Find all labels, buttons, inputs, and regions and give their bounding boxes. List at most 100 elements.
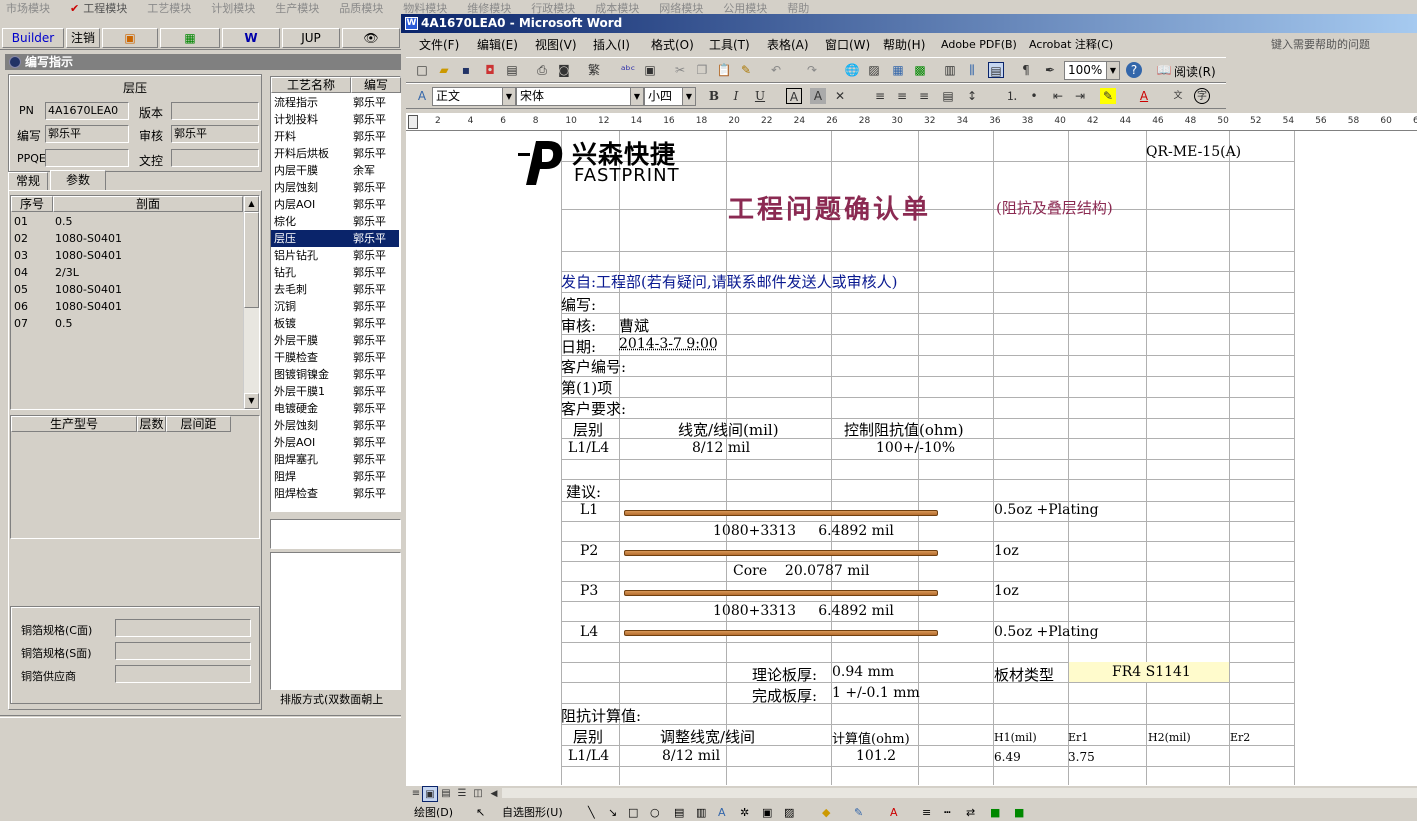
process-row[interactable]: 钻孔 郭乐平 [271,264,399,281]
excel-icon[interactable]: ▦ [160,28,220,48]
param-row[interactable]: 07 0.5 [11,315,243,332]
underline-icon[interactable]: U [752,88,768,104]
menu-tools[interactable]: 工具(T) [709,34,750,56]
show-hide-icon[interactable]: ¶ [1018,62,1034,78]
increase-indent-icon[interactable]: ⇥ [1072,88,1088,104]
copper-supplier-field[interactable] [115,665,251,683]
process-row[interactable]: 沉铜 郭乐平 [271,298,399,315]
line-style-icon[interactable]: ≡ [922,805,931,821]
process-row[interactable]: 外层干膜1 郭乐平 [271,383,399,400]
draw-font-color-icon[interactable]: A [890,805,898,821]
menu-format[interactable]: 格式(O) [651,34,694,56]
process-row[interactable]: 电镀硬金 郭乐平 [271,400,399,417]
param-row[interactable]: 01 0.5 [11,213,243,230]
menu-adobe-pdf[interactable]: Adobe PDF(B) [941,34,1017,56]
process-row[interactable]: 内层干膜 余军 [271,162,399,179]
param-row[interactable]: 06 1080-S0401 [11,298,243,315]
tab-general[interactable]: 常规 [8,172,48,190]
reading-view-icon[interactable]: ◫ [470,786,486,802]
process-row[interactable]: 铝片钻孔 郭乐平 [271,247,399,264]
process-row[interactable]: 去毛刺 郭乐平 [271,281,399,298]
decrease-indent-icon[interactable]: ⇤ [1050,88,1066,104]
process-detail-box[interactable] [270,552,401,690]
align-right-icon[interactable]: ≡ [916,88,932,104]
enclose-char-icon[interactable]: 字 [1194,88,1210,104]
insert-table-icon[interactable]: ▦ [890,62,906,78]
outline-view-icon[interactable]: ☰ [454,786,470,802]
paste-icon[interactable]: 📋 [716,62,732,78]
wordart-icon[interactable]: A [718,805,726,821]
drawing-icon[interactable]: ⫼ [964,62,980,78]
menu-help[interactable]: 帮助 [787,2,809,14]
styles-icon[interactable]: A [414,88,430,104]
menu-common[interactable]: 公用模块 [723,2,767,14]
process-row[interactable]: 阻焊 郭乐平 [271,468,399,485]
highlight-icon[interactable]: ✎ [1100,88,1116,104]
param-row[interactable]: 04 2/3L [11,264,243,281]
read-button[interactable]: 阅读(R) [1174,63,1216,80]
menu-material[interactable]: 物料模块 [403,2,447,14]
format-painter-icon[interactable]: ✎ [738,62,754,78]
copy-icon[interactable]: ❐ [694,62,710,78]
jup-button[interactable]: JUP [282,28,340,48]
menu-edit[interactable]: 编辑(E) [477,34,518,56]
rectangle-icon[interactable]: □ [628,805,638,821]
font-color-icon[interactable]: A [1136,88,1152,104]
process-note-box[interactable] [270,519,401,549]
font-combo[interactable]: 宋体 ▼ [516,87,644,106]
print-preview-icon[interactable]: ◙ [556,62,572,78]
process-row[interactable]: 外层干膜 郭乐平 [271,332,399,349]
menu-quality[interactable]: 品质模块 [339,2,383,14]
redo-icon[interactable]: ↷ [804,62,820,78]
menu-table[interactable]: 表格(A) [767,34,809,56]
scroll-down-icon[interactable]: ▼ [244,393,259,409]
line-spacing-icon[interactable]: ↕ [964,88,980,104]
bold-icon[interactable]: B [706,88,722,104]
param-row[interactable]: 05 1080-S0401 [11,281,243,298]
menu-market[interactable]: 市场模块 [6,2,50,14]
doc-map-icon[interactable]: ▤ [988,62,1004,78]
phonetic-guide-icon[interactable]: 文 [1170,88,1186,104]
3d-icon[interactable]: ■ [1014,805,1024,821]
read-icon[interactable]: 📖 [1156,62,1172,78]
undo-icon[interactable]: ↶ [768,62,784,78]
distributed-icon[interactable]: ▤ [940,88,956,104]
char-border-icon[interactable]: A [786,88,802,104]
italic-icon[interactable]: I [728,88,744,104]
builder-button[interactable]: Builder [2,28,64,48]
logout-button[interactable]: 注销 [66,28,100,48]
columns-icon[interactable]: ▥ [942,62,958,78]
size-combo[interactable]: 小四 ▼ [644,87,696,106]
oval-icon[interactable]: ○ [650,805,660,821]
process-row[interactable]: 计划投料 郭乐平 [271,111,399,128]
copper-c-field[interactable] [115,619,251,637]
align-left-icon[interactable]: ≡ [872,88,888,104]
menu-window[interactable]: 窗口(W) [825,34,870,56]
char-shading-icon[interactable]: A [810,88,826,104]
arrow-style-icon[interactable]: ⇄ [966,805,975,821]
eye-icon[interactable]: 👁 [342,28,400,48]
ppt-icon[interactable]: ▣ [102,28,158,48]
doc-control-field[interactable] [171,149,259,167]
help-search-input[interactable]: 键入需要帮助的问题 [1267,36,1417,54]
char-scale-icon[interactable]: ✕ [832,88,848,104]
menu-help-word[interactable]: 帮助(H) [883,34,925,56]
numbering-icon[interactable]: ⒈ [1004,88,1020,104]
hyperlink-icon[interactable]: 🌐 [844,62,860,78]
param-row[interactable]: 03 1080-S0401 [11,247,243,264]
process-row[interactable]: 内层AOI 郭乐平 [271,196,399,213]
word-icon[interactable]: W [222,28,280,48]
process-row[interactable]: 干膜检查 郭乐平 [271,349,399,366]
draw-menu[interactable]: 绘图(D) [414,805,453,821]
open-icon[interactable]: ▰ [436,62,452,78]
pn-field[interactable]: 4A1670LEA0 [45,102,129,120]
process-row[interactable]: 内层蚀刻 郭乐平 [271,179,399,196]
process-row[interactable]: 外层蚀刻 郭乐平 [271,417,399,434]
vertical-textbox-icon[interactable]: ▥ [696,805,706,821]
line-color-icon[interactable]: ✎ [854,805,863,821]
process-row[interactable]: 流程指示 郭乐平 [271,94,399,111]
bullets-icon[interactable]: • [1026,88,1042,104]
autoshape-menu[interactable]: 自选图形(U) [502,805,563,821]
shadow-icon[interactable]: ■ [990,805,1000,821]
param-row[interactable]: 02 1080-S0401 [11,230,243,247]
